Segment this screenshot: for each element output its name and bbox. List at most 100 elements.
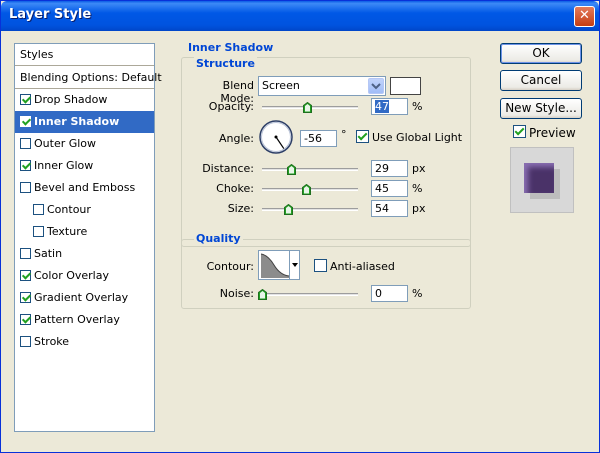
- quality-title: Quality: [194, 232, 243, 245]
- opacity-unit: %: [412, 100, 423, 113]
- anti-aliased-checkbox[interactable]: [314, 259, 327, 272]
- style-item-checkbox[interactable]: [20, 313, 31, 325]
- chevron-down-icon[interactable]: [368, 78, 384, 94]
- chevron-down-icon: [292, 263, 298, 267]
- style-item-label: Texture: [47, 225, 88, 238]
- style-item[interactable]: Stroke: [15, 331, 154, 353]
- distance-slider[interactable]: [262, 168, 358, 171]
- use-global-light-checkbox[interactable]: [356, 130, 369, 143]
- choke-unit: %: [412, 182, 423, 195]
- angle-dial[interactable]: [258, 119, 294, 155]
- close-icon: ✕: [579, 8, 590, 23]
- style-item-checkbox[interactable]: [20, 115, 31, 127]
- style-item-checkbox[interactable]: [20, 335, 31, 347]
- angle-unit: °: [341, 128, 347, 141]
- noise-slider[interactable]: [262, 293, 358, 296]
- blend-mode-select[interactable]: Screen: [258, 76, 386, 96]
- size-slider[interactable]: [262, 208, 358, 211]
- contour-curve-icon: [260, 253, 290, 278]
- style-item-checkbox[interactable]: [20, 269, 31, 281]
- noise-slider-thumb[interactable]: [258, 289, 267, 300]
- style-item-checkbox[interactable]: [20, 93, 31, 105]
- anti-aliased-label: Anti-aliased: [330, 260, 395, 273]
- preview-square: [524, 163, 554, 193]
- style-item-label: Contour: [47, 203, 91, 216]
- panel-title: Inner Shadow: [186, 41, 276, 54]
- style-item[interactable]: Inner Glow: [15, 155, 154, 177]
- style-item-checkbox[interactable]: [20, 291, 31, 303]
- style-item-checkbox[interactable]: [20, 247, 31, 259]
- size-unit: px: [412, 202, 426, 215]
- choke-slider-thumb[interactable]: [302, 184, 311, 195]
- layer-style-dialog: Layer Style ✕ Styles Blending Options: D…: [0, 0, 600, 453]
- noise-input[interactable]: 0: [371, 285, 408, 302]
- style-item[interactable]: Outer Glow: [15, 133, 154, 155]
- distance-unit: px: [412, 162, 426, 175]
- distance-input[interactable]: 29: [371, 160, 408, 177]
- opacity-label: Opacity:: [208, 100, 254, 113]
- choke-label: Choke:: [216, 182, 254, 195]
- ok-button-label: OK: [532, 46, 550, 60]
- contour-dropdown-toggle[interactable]: [289, 251, 299, 279]
- new-style-button-label: New Style...: [505, 101, 577, 115]
- distance-label: Distance:: [202, 162, 254, 175]
- style-item[interactable]: Contour: [15, 199, 154, 221]
- blending-options-label: Blending Options: Default: [20, 71, 162, 84]
- style-item[interactable]: Gradient Overlay: [15, 287, 154, 309]
- style-item[interactable]: Inner Shadow: [15, 111, 154, 133]
- opacity-slider-thumb[interactable]: [302, 102, 312, 113]
- styles-list: Styles Blending Options: Default Drop Sh…: [14, 43, 162, 432]
- title-bar[interactable]: Layer Style ✕: [1, 1, 599, 31]
- distance-slider-thumb[interactable]: [287, 164, 296, 175]
- ok-button[interactable]: OK: [500, 43, 582, 64]
- blending-options-item[interactable]: Blending Options: Default: [15, 67, 162, 89]
- shadow-color-swatch[interactable]: [390, 77, 421, 95]
- style-item-label: Pattern Overlay: [34, 313, 120, 326]
- style-item[interactable]: Texture: [15, 221, 154, 243]
- style-item[interactable]: Color Overlay: [15, 265, 154, 287]
- style-item-checkbox[interactable]: [20, 159, 31, 171]
- style-item-label: Satin: [34, 247, 63, 260]
- opacity-input[interactable]: 47: [371, 98, 408, 115]
- style-item-label: Bevel and Emboss: [34, 181, 136, 194]
- structure-title: Structure: [194, 57, 257, 70]
- size-label: Size:: [227, 202, 254, 215]
- style-item[interactable]: Bevel and Emboss: [15, 177, 154, 199]
- style-item-label: Drop Shadow: [34, 93, 108, 106]
- style-item-checkbox[interactable]: [33, 203, 44, 215]
- angle-input[interactable]: -56: [300, 130, 337, 147]
- size-input[interactable]: 54: [371, 200, 408, 217]
- style-item-checkbox[interactable]: [33, 225, 44, 237]
- style-item-checkbox[interactable]: [20, 137, 31, 149]
- preview-checkbox[interactable]: [513, 125, 526, 138]
- noise-value: 0: [375, 287, 382, 300]
- style-item-label: Stroke: [34, 335, 70, 348]
- blend-mode-value: Screen: [262, 79, 300, 92]
- style-item-label: Color Overlay: [34, 269, 109, 282]
- style-item[interactable]: Pattern Overlay: [15, 309, 154, 331]
- styles-header-label: Styles: [20, 48, 54, 61]
- style-item[interactable]: Satin: [15, 243, 154, 265]
- size-value: 54: [375, 202, 389, 215]
- contour-label: Contour:: [206, 260, 254, 273]
- opacity-value: 47: [375, 100, 389, 113]
- new-style-button[interactable]: New Style...: [500, 98, 582, 119]
- size-slider-thumb[interactable]: [284, 204, 293, 215]
- styles-list-header[interactable]: Styles: [15, 44, 154, 66]
- contour-picker[interactable]: [258, 250, 300, 280]
- noise-unit: %: [412, 287, 423, 300]
- use-global-light-label: Use Global Light: [372, 131, 463, 144]
- preview-label: Preview: [529, 126, 576, 140]
- choke-input[interactable]: 45: [371, 180, 408, 197]
- cancel-button[interactable]: Cancel: [500, 70, 582, 91]
- angle-value: -56: [304, 132, 322, 145]
- style-item[interactable]: Drop Shadow: [15, 89, 154, 111]
- style-item-checkbox[interactable]: [20, 181, 31, 193]
- style-item-label: Inner Glow: [34, 159, 94, 172]
- close-button[interactable]: ✕: [574, 6, 595, 27]
- angle-label: Angle:: [218, 132, 254, 145]
- distance-value: 29: [375, 162, 389, 175]
- cancel-button-label: Cancel: [520, 73, 562, 87]
- style-item-label: Gradient Overlay: [34, 291, 129, 304]
- style-item-label: Inner Shadow: [34, 115, 120, 128]
